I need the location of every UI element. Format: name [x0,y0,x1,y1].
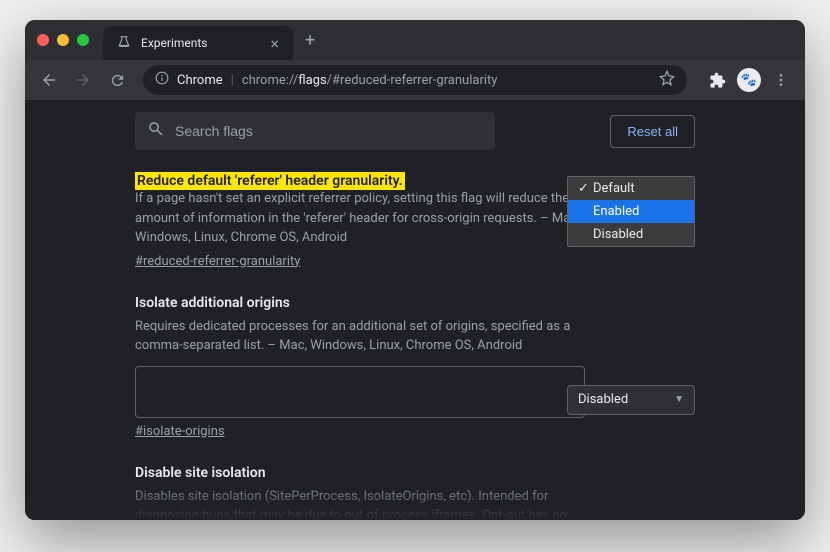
flag-anchor-link[interactable]: #reduced-referrer-granularity [135,254,300,269]
search-input[interactable] [175,123,483,139]
flag-dropdown[interactable]: Default ▼ [567,517,695,521]
flag-select-container: Disabled ▼ [567,385,695,415]
browser-window: Experiments × + Chrome | chrome://flags/… [25,20,805,520]
maximize-window-button[interactable] [77,34,89,46]
flag-description: Requires dedicated processes for an addi… [135,317,585,356]
tab-title: Experiments [141,36,208,50]
minimize-window-button[interactable] [57,34,69,46]
flask-icon [117,35,131,52]
flag-title: Disable site isolation [135,465,695,481]
search-flags-box[interactable] [135,112,495,150]
toolbar-right: 🐾 [703,66,795,94]
kebab-menu-icon[interactable] [767,66,795,94]
close-tab-icon[interactable]: × [270,34,279,53]
flag-description: If a page hasn't set an explicit referre… [135,189,585,248]
bookmark-star-icon[interactable] [659,70,675,90]
url-text: chrome://flags/#reduced-referrer-granula… [242,73,498,88]
dropdown-option-default[interactable]: ✓Default [568,177,694,200]
titlebar: Experiments × + [25,20,805,60]
dropdown-option-disabled[interactable]: Disabled [568,223,694,246]
page-content: Reset all Reduce default 'referer' heade… [25,100,805,520]
flags-list: Reduce default 'referer' header granular… [25,162,805,520]
address-bar[interactable]: Chrome | chrome://flags/#reduced-referre… [143,65,687,95]
flag-item-isolate-origins: Isolate additional origins Requires dedi… [135,295,695,439]
search-icon [147,120,165,142]
extensions-icon[interactable] [703,66,731,94]
toolbar: Chrome | chrome://flags/#reduced-referre… [25,60,805,100]
flag-anchor-link[interactable]: #isolate-origins [135,424,225,439]
origins-textarea[interactable] [135,366,585,418]
flag-title: Reduce default 'referer' header granular… [135,172,405,190]
dropdown-option-enabled[interactable]: Enabled [568,200,694,223]
forward-button[interactable] [69,66,97,94]
new-tab-button[interactable]: + [305,30,315,51]
flag-title: Isolate additional origins [135,295,695,311]
chevron-down-icon: ▼ [674,394,684,405]
search-row: Reset all [25,100,805,162]
flag-select-container: Default ▼ [567,517,695,521]
flag-item-reduced-referrer: Reduce default 'referer' header granular… [135,170,695,269]
window-controls [37,34,89,46]
site-info-icon[interactable] [155,71,169,89]
flag-dropdown[interactable]: Disabled ▼ [567,385,695,415]
reset-all-button[interactable]: Reset all [610,115,695,148]
close-window-button[interactable] [37,34,49,46]
flag-description: Disables site isolation (SitePerProcess,… [135,487,585,521]
reload-button[interactable] [103,66,131,94]
check-icon: ✓ [578,181,588,196]
back-button[interactable] [35,66,63,94]
flag-dropdown-open[interactable]: ✓Default Enabled Disabled [567,176,695,247]
flag-item-disable-site-isolation: Disable site isolation Disables site iso… [135,465,695,521]
url-divider: | [231,73,234,88]
profile-icon[interactable]: 🐾 [735,66,763,94]
browser-tab[interactable]: Experiments × [103,26,293,60]
url-chrome-label: Chrome [177,73,223,88]
